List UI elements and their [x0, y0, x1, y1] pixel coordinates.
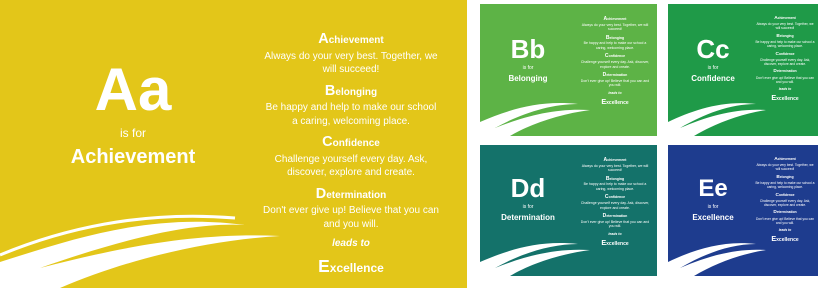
value-heading-determination: Determination [262, 185, 440, 205]
word-rest: elonging [779, 174, 794, 179]
card-letters: Cc [696, 34, 730, 64]
card-achievement: Aa is for Achievement Achievement Always… [0, 0, 467, 288]
value-heading: Confidence [578, 194, 652, 201]
value-text: Be happy and help to make our school a c… [583, 41, 647, 50]
word-rest: onfidence [332, 138, 380, 150]
card-word: Belonging [508, 74, 548, 83]
value-text: Always do your very best. Together, we w… [756, 22, 814, 31]
word-rest: onfidence [778, 192, 795, 197]
leads-to: leads to [332, 238, 370, 250]
leads-to: leads to [608, 231, 622, 236]
leads-to: leads to [778, 87, 792, 92]
values-block: Achievement Always do your very best. To… [578, 157, 652, 248]
value-text: Challenge yourself every day. Ask, disco… [580, 200, 650, 210]
word-rest: xcellence [606, 241, 629, 248]
value-heading: Determination [578, 213, 652, 220]
card-is-for: is for [119, 126, 146, 140]
word-rest: chievement [777, 157, 796, 161]
word-rest: chievement [777, 16, 796, 20]
card-is-for: is for [522, 204, 534, 210]
value-text-determination: Don't ever give up! Believe that you can… [263, 205, 439, 230]
word-rest: xcellence [776, 237, 799, 244]
card-letters: Ee [698, 175, 728, 202]
word-rest: elonging [779, 33, 794, 38]
value-text: Challenge yourself every day. Ask, disco… [580, 59, 650, 69]
value-text: Challenge yourself every day. Ask, disco… [759, 198, 811, 208]
value-text: Challenge yourself every day. Ask, disco… [759, 57, 811, 67]
card-is-for: is for [522, 65, 534, 71]
excellence-heading: Excellence [578, 97, 652, 107]
value-text-confidence: Challenge yourself every day. Ask, disco… [274, 153, 428, 179]
values-block: Achievement Always do your very best. To… [262, 30, 440, 278]
card-letters: Bb [510, 34, 546, 64]
word-rest: elonging [609, 176, 625, 181]
card-excellence: Ee is for Excellence Achievement Always … [668, 145, 818, 276]
initial-letter: B [324, 82, 336, 99]
word-rest: etermination [776, 210, 797, 215]
excellence-heading: Excellence [754, 93, 816, 103]
value-text: Don't ever give up! Believe that you can… [756, 75, 814, 84]
word-rest: onfidence [608, 54, 626, 59]
word-rest: elonging [609, 35, 625, 40]
value-text: Always do your very best. Together, we w… [756, 163, 814, 172]
value-text: Don't ever give up! Believe that you can… [756, 216, 814, 225]
values-block: Achievement Always do your very best. To… [754, 16, 816, 103]
card-word: Achievement [70, 146, 196, 168]
value-heading-confidence: Confidence [262, 133, 440, 153]
excellence-heading: Excellence [262, 255, 440, 278]
word-rest: etermination [606, 214, 628, 219]
card-letters: Dd [510, 173, 546, 203]
card-word: Confidence [691, 74, 735, 83]
values-block: Achievement Always do your very best. To… [578, 16, 652, 107]
value-text: Be happy and help to make our school a c… [755, 39, 815, 49]
card-is-for: is for [707, 204, 719, 210]
word-rest: etermination [776, 69, 797, 74]
excellence-heading: Excellence [754, 234, 816, 244]
word-rest: onfidence [778, 51, 795, 56]
leads-to: leads to [778, 228, 792, 233]
value-text: Be happy and help to make our school a c… [583, 182, 647, 191]
word-rest: etermination [326, 189, 387, 201]
value-text-achievement: Always do your very best. Together, we w… [264, 50, 438, 76]
value-heading-belonging: Belonging [262, 82, 440, 102]
excellence-heading: Excellence [578, 238, 652, 248]
value-text: Don't ever give up! Believe that you can… [580, 78, 650, 88]
word-rest: etermination [606, 73, 628, 78]
value-text: Always do your very best. Together, we w… [581, 22, 649, 32]
value-heading: Confidence [578, 53, 652, 60]
word-rest: onfidence [608, 195, 626, 200]
word-rest: elonging [335, 86, 378, 98]
value-text: Be happy and help to make our school a c… [755, 180, 815, 190]
word-rest: chievement [607, 17, 627, 21]
card-determination: Dd is for Determination Achievement Alwa… [480, 145, 657, 276]
card-letters: Aa [94, 56, 172, 123]
value-heading: Achievement [578, 16, 652, 23]
value-heading: Belonging [578, 176, 652, 183]
value-text: Don't ever give up! Believe that you can… [580, 219, 650, 229]
word-rest: chievement [607, 158, 627, 162]
value-heading: Determination [578, 72, 652, 79]
card-is-for: is for [707, 65, 719, 71]
word-rest: xcellence [329, 260, 384, 275]
values-block: Achievement Always do your very best. To… [754, 157, 816, 244]
initial-letter: D [315, 185, 327, 202]
word-rest: xcellence [606, 100, 629, 107]
initial-letter: A [318, 31, 329, 47]
value-heading-achievement: Achievement [262, 30, 440, 50]
leads-to: leads to [608, 90, 622, 95]
value-heading: Belonging [578, 35, 652, 42]
card-belonging: Bb is for Belonging Achievement Always d… [480, 4, 657, 136]
word-rest: chievement [328, 35, 384, 46]
value-text-belonging: Be happy and help to make our school a c… [265, 102, 437, 127]
card-word: Determination [501, 213, 555, 222]
initial-letter: C [322, 134, 333, 151]
initial-letter: E [318, 255, 330, 276]
card-confidence: Cc is for Confidence Achievement Always … [668, 4, 818, 136]
value-heading: Achievement [578, 157, 652, 164]
card-word: Excellence [692, 213, 734, 222]
value-text: Always do your very best. Together, we w… [581, 163, 649, 173]
word-rest: xcellence [776, 96, 799, 103]
